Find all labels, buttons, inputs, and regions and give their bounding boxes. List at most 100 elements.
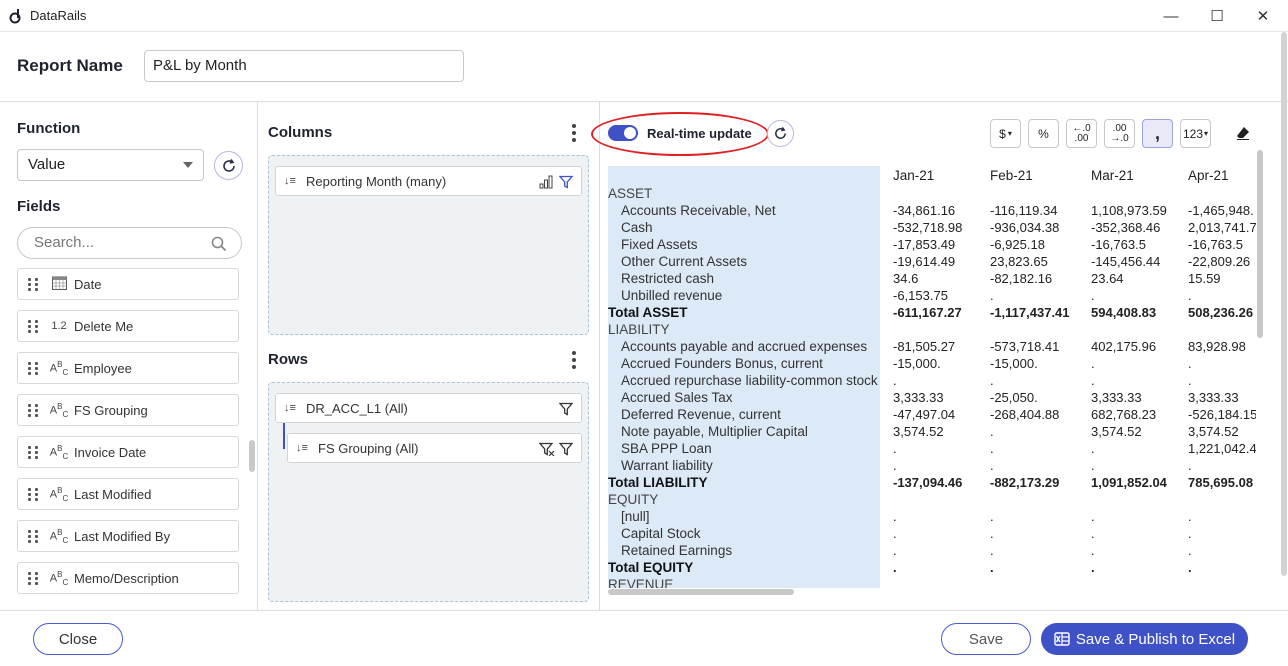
sort-icon[interactable]: ↓≡ [296, 442, 310, 454]
grid-cell: -25,050. [990, 390, 1038, 405]
row-pill-fs-grouping[interactable]: ↓≡ FS Grouping (All) [287, 433, 582, 463]
report-name-input[interactable]: P&L by Month [144, 50, 464, 82]
field-item[interactable]: ABC Employee [17, 352, 239, 384]
fields-scrollbar[interactable] [249, 440, 255, 472]
grid-cell: 3,333.33 [1091, 390, 1142, 405]
close-button[interactable]: Close [33, 623, 123, 655]
caret-down-icon: ▾ [1204, 129, 1209, 138]
drag-handle-icon[interactable] [28, 319, 40, 333]
hierarchy-icon[interactable] [539, 175, 553, 189]
filter-icon[interactable] [559, 175, 573, 189]
grid-cell: . [1188, 526, 1192, 541]
rows-dropzone[interactable]: ↓≡ DR_ACC_L1 (All) ↓≡ FS Grouping (All) [268, 382, 589, 602]
grid-cell: 15.59 [1188, 271, 1221, 286]
grid-cell: -116,119.34 [990, 203, 1058, 218]
grid-cell: . [893, 509, 897, 524]
drag-handle-icon[interactable] [28, 571, 40, 585]
grid-cell: . [893, 543, 897, 558]
grid-cell: -19,614.49 [893, 254, 956, 269]
column-pill-reporting-month[interactable]: ↓≡ Reporting Month (many) [275, 166, 582, 196]
drag-handle-icon[interactable] [28, 277, 40, 291]
grid-cell: . [1091, 509, 1095, 524]
save-button[interactable]: Save [941, 623, 1031, 655]
grid-group-label: ASSET [608, 186, 653, 201]
filter-icon[interactable] [559, 442, 573, 456]
drag-handle-icon[interactable] [28, 445, 40, 459]
field-item[interactable]: ABC Invoice Date [17, 436, 239, 468]
grid-cell: -137,094.46 [893, 475, 963, 490]
grid-cell: . [1188, 458, 1192, 473]
grid-cell: . [893, 373, 897, 388]
field-item[interactable]: Date [17, 268, 239, 300]
grid-cell: . [1091, 356, 1095, 371]
filter-icon[interactable] [559, 402, 573, 416]
grid-cell: -82,182.16 [990, 271, 1053, 286]
percent-format-button[interactable]: % [1028, 119, 1059, 148]
field-item[interactable]: ABC FS Grouping [17, 394, 239, 426]
currency-format-button[interactable]: $ ▾ [990, 119, 1021, 148]
grid-cell: 594,408.83 [1091, 305, 1157, 320]
title-bar: DataRails — ☐ ✕ [0, 0, 1288, 32]
grid-horizontal-scrollbar[interactable] [608, 589, 794, 595]
drag-handle-icon[interactable] [28, 487, 40, 501]
grid-row-label: Accrued repurchase liability-common stoc… [621, 373, 878, 388]
grid-row-label: Retained Earnings [621, 543, 733, 558]
close-window-button[interactable]: ✕ [1240, 0, 1286, 32]
thousands-separator-button[interactable]: , [1142, 119, 1173, 148]
save-publish-label: Save & Publish to Excel [1075, 630, 1236, 648]
number-format-button[interactable]: 123 ▾ [1180, 119, 1211, 148]
grid-cell: 1,091,852.04 [1091, 475, 1167, 490]
drag-handle-icon[interactable] [28, 529, 40, 543]
field-item[interactable]: 1.2 Delete Me [17, 310, 239, 342]
field-label: Invoice Date [74, 444, 147, 460]
grid-cell: . [893, 458, 897, 473]
grid-column-header: Apr-21 [1188, 168, 1229, 183]
function-title: Function [17, 120, 81, 137]
panel-divider-left [257, 102, 258, 610]
increase-decimal-button[interactable]: .00 →.0 [1104, 119, 1135, 148]
grid-row-label: Restricted cash [621, 271, 715, 286]
save-publish-excel-button[interactable]: Save & Publish to Excel [1041, 623, 1248, 655]
text-type-icon: ABC [49, 527, 69, 545]
sort-icon[interactable]: ↓≡ [284, 175, 298, 187]
row-pill-dr-acc-l1[interactable]: ↓≡ DR_ACC_L1 (All) [275, 393, 582, 423]
grid-cell: -573,718.41 [990, 339, 1060, 354]
field-item[interactable]: ABC Last Modified By [17, 520, 239, 552]
drag-handle-icon[interactable] [28, 361, 40, 375]
field-item[interactable]: ABC Memo/Description [17, 562, 239, 594]
eraser-icon[interactable] [1235, 125, 1251, 141]
grid-cell: 23,823.65 [990, 254, 1048, 269]
grid-cell: 3,333.33 [893, 390, 944, 405]
refresh-preview-button[interactable] [767, 120, 794, 147]
fields-search-input[interactable]: Search... [17, 227, 242, 259]
decrease-decimal-button[interactable]: ←.0 .00 [1066, 119, 1097, 148]
grid-column-header: Feb-21 [990, 168, 1033, 183]
rows-more-icon[interactable] [571, 351, 577, 369]
grid-row-label: Cash [621, 220, 653, 235]
highlight-annotation [591, 112, 769, 156]
grid-cell: -936,034.38 [990, 220, 1060, 235]
field-label: Delete Me [74, 318, 134, 334]
grid-vertical-scrollbar[interactable] [1257, 150, 1263, 338]
number-type-icon: 1.2 [51, 320, 67, 332]
refresh-function-button[interactable] [214, 151, 243, 180]
grid-cell: . [1188, 288, 1192, 303]
function-select[interactable]: Value [17, 149, 204, 181]
grid-cell: . [893, 560, 897, 575]
sort-icon[interactable]: ↓≡ [284, 402, 298, 414]
search-placeholder: Search... [34, 234, 95, 251]
minimize-button[interactable]: — [1148, 0, 1194, 32]
grid-cell: -532,718.98 [893, 220, 963, 235]
field-item[interactable]: ABC Last Modified [17, 478, 239, 510]
grid-cell: -882,173.29 [990, 475, 1060, 490]
columns-more-icon[interactable] [571, 124, 577, 142]
caret-down-icon: ▾ [1007, 129, 1012, 138]
window-scrollbar[interactable] [1281, 32, 1287, 576]
search-icon [211, 236, 227, 252]
grid-group-label: REVENUE [608, 577, 674, 588]
drag-handle-icon[interactable] [28, 403, 40, 417]
maximize-button[interactable]: ☐ [1194, 0, 1240, 32]
columns-dropzone[interactable]: ↓≡ Reporting Month (many) [268, 155, 589, 335]
grid-total-label: Total ASSET [608, 305, 688, 320]
filter-clear-icon[interactable] [539, 442, 555, 456]
